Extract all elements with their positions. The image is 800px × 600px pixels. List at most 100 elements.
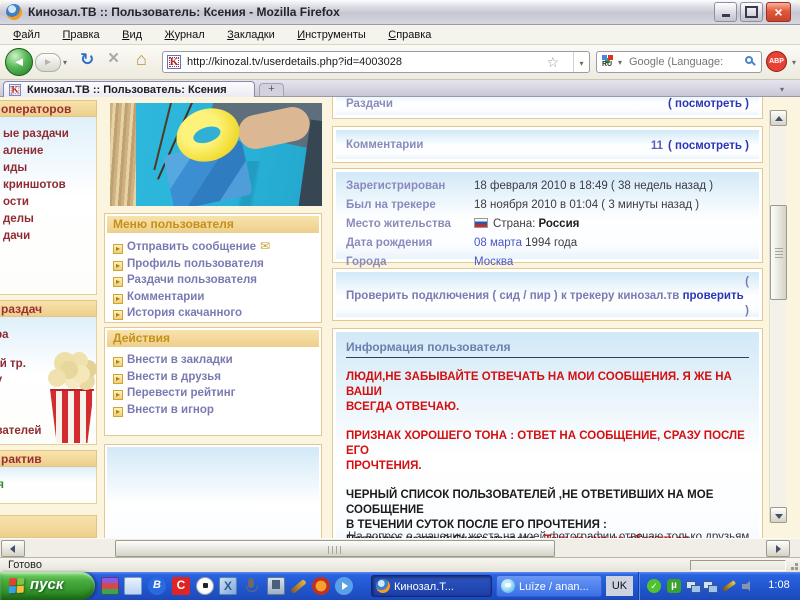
resize-grip[interactable] [795,567,798,570]
menu-help[interactable]: Справка [379,26,440,41]
sidebar-link[interactable]: криншотов [0,177,96,194]
scroll-left-button[interactable] [1,540,25,557]
action-add-friend[interactable]: Внести в друзья [113,369,315,386]
menu-user-torrents[interactable]: Раздачи пользователя [113,272,315,289]
history-dropdown-icon[interactable]: ▾ [63,58,67,67]
taskbar-task-chat[interactable]: Luīze / anan... [496,575,602,597]
utorrent-icon[interactable] [667,579,681,593]
actions-panel: Действия Внести в закладки Внести в друз… [104,327,322,436]
bluetooth-icon[interactable] [148,577,166,595]
back-button[interactable]: ◄ [5,48,33,76]
thumb-grip [775,248,783,258]
vertical-scroll-thumb[interactable] [770,205,787,300]
sidebar-section-header: рактив [0,450,97,467]
arrow-bullet-icon [113,357,123,367]
menu-comments[interactable]: Комментарии [113,289,315,306]
sidebar-link[interactable]: ачу [0,372,2,389]
sidebar-link[interactable]: ный тр. [0,356,26,373]
adblock-button[interactable]: ABP ▾ [766,51,796,73]
sidebar-link[interactable]: дачи [0,228,96,245]
address-bar[interactable]: K ☆ ▾ [162,51,590,73]
search-input[interactable] [629,54,739,70]
pencil-icon[interactable] [722,579,736,593]
start-button[interactable]: пуск [0,572,95,600]
sidebar-link[interactable]: ости [0,194,96,211]
menu-history[interactable]: Журнал [156,26,214,41]
action-bookmark[interactable]: Внести в закладки [113,352,315,369]
page-content: операторов ые раздачи аление иды криншот… [0,97,800,538]
taskbar-task-firefox[interactable]: Кинозал.Т... [371,575,492,597]
network-icon[interactable] [703,579,717,593]
close-button[interactable]: × [766,2,791,22]
adblock-dropdown-icon[interactable]: ▾ [792,58,796,67]
comments-row: Комментарии 11( посмотреть ) [332,126,763,163]
search-engine-icon[interactable]: RU [601,55,615,69]
scroll-down-button[interactable] [770,507,787,523]
list-tabs-dropdown-icon[interactable]: ▾ [772,82,792,95]
comodo-icon[interactable] [172,577,190,595]
arrow-bullet-icon [113,277,123,287]
sidebar-link[interactable]: дня [0,477,4,494]
stop-button[interactable]: × [108,48,119,70]
winrar-icon[interactable] [101,577,119,595]
football-tv-icon[interactable] [196,577,214,595]
horizontal-scrollbar[interactable] [0,538,800,557]
torrents-view-link[interactable]: ( посмотреть ) [668,98,749,110]
search-icon[interactable] [745,56,753,64]
language-indicator[interactable]: UK [606,576,633,596]
sidebar-link[interactable]: ые раздачи [0,126,96,143]
volume-icon[interactable] [741,579,755,593]
media-player-icon[interactable] [335,577,353,595]
user-photo [110,103,322,206]
new-tab-button[interactable]: + [259,83,284,96]
city-link[interactable]: Москва [474,256,513,268]
menu-view[interactable]: Вид [113,26,151,41]
phone-icon[interactable] [267,577,285,595]
brush-icon[interactable] [290,577,308,595]
check-link[interactable]: проверить [683,290,744,302]
sidebar-link[interactable]: делы [0,211,96,228]
menu-download-history[interactable]: История скачанного [113,305,315,322]
network-icon[interactable] [686,579,700,593]
home-button[interactable]: ⌂ [136,49,147,70]
menu-tools[interactable]: Инструменты [288,26,375,41]
menu-send-message[interactable]: Отправить сообщение✉ [113,238,315,256]
restore-button[interactable] [740,2,763,22]
bookmark-star-icon[interactable]: ☆ [546,54,559,71]
refresh-button[interactable]: ↻ [80,50,94,70]
menu-file[interactable]: Файл [4,26,49,41]
forward-button[interactable]: ► [35,53,61,72]
vertical-scrollbar[interactable] [769,110,786,523]
download-master-icon[interactable] [312,577,330,595]
sidebar-link[interactable]: иды [0,160,96,177]
menu-bookmarks[interactable]: Закладки [218,26,284,41]
table-row: Был на трекере 18 ноября 2010 в 01:04 ( … [336,196,759,215]
document-icon[interactable] [124,577,142,595]
sidebar-link[interactable]: зователей [0,423,41,440]
comments-view-link[interactable]: ( посмотреть ) [668,140,749,152]
scroll-right-button[interactable] [766,540,790,557]
skype-status-icon[interactable] [647,579,661,593]
minimize-button[interactable] [714,2,737,22]
adblock-icon[interactable]: ABP [766,51,787,72]
action-transfer-rating[interactable]: Перевести рейтинг [113,385,315,402]
search-engine-dropdown-icon[interactable]: ▾ [618,58,622,67]
search-bar[interactable]: RU ▾ [596,51,762,73]
scroll-up-button[interactable] [770,110,787,126]
sidebar-link[interactable]: кера [0,327,9,344]
menu-user-profile[interactable]: Профиль пользователя [113,256,315,273]
sidebar-link[interactable]: аление [0,143,96,160]
horizontal-scroll-thumb[interactable] [115,540,555,557]
urlbar-dropdown-icon[interactable]: ▾ [573,52,589,72]
birthday-link[interactable]: 08 марта [474,237,522,249]
url-input[interactable] [187,54,537,70]
info-paragraph: ЧЕРНЫЙ СПИСОК ПОЛЬЗОВАТЕЛЕЙ ,НЕ ОТВЕТИВШ… [346,488,749,533]
xchat-icon[interactable] [219,577,237,595]
sidebar-section-header [0,515,97,538]
tab-kinozal[interactable]: K Кинозал.ТВ :: Пользователь: Ксения [3,81,255,97]
arrow-bullet-icon [113,261,123,271]
microphone-icon[interactable] [242,577,260,595]
action-ignore[interactable]: Внести в игнор [113,402,315,419]
menu-edit[interactable]: Правка [54,26,109,41]
user-details-table: Зарегистрирован 18 февраля 2010 в 18:49 … [332,168,763,263]
